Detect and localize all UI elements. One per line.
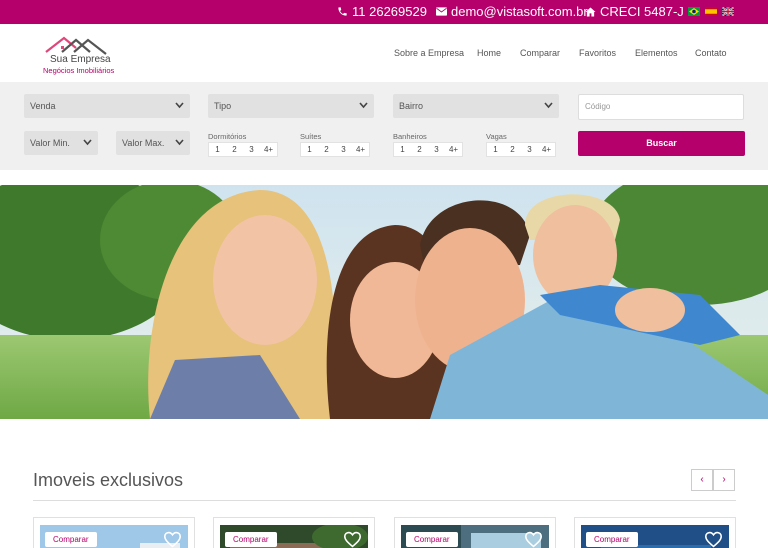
heart-icon[interactable] [704, 531, 723, 548]
envelope-icon [436, 7, 447, 16]
bairro-value: Bairro [399, 101, 424, 111]
banheiros-option[interactable]: 3 [428, 143, 445, 156]
vagas-options: 1 2 3 4+ [486, 142, 556, 157]
buscar-button[interactable]: Buscar [578, 131, 745, 156]
property-card[interactable]: Comparar [394, 517, 556, 548]
section-divider [33, 500, 736, 501]
suites-label: Suítes [300, 132, 322, 141]
chevron-down-icon [544, 102, 553, 109]
phone-contact[interactable]: 11 26269529 [337, 4, 427, 19]
hero-family-photo [0, 185, 768, 419]
creci-info: CRECI 5487-J [585, 4, 684, 19]
compare-button[interactable]: Comparar [225, 532, 277, 547]
suites-option[interactable]: 1 [301, 143, 318, 156]
bairro-select[interactable]: Bairro [393, 94, 559, 118]
nav-contato[interactable]: Contato [695, 48, 727, 58]
nav-elementos[interactable]: Elementos [635, 48, 678, 58]
finalidade-select[interactable]: Venda [24, 94, 190, 118]
heart-icon[interactable] [163, 531, 182, 548]
vagas-option[interactable]: 1 [487, 143, 504, 156]
compare-button[interactable]: Comparar [586, 532, 638, 547]
valor-max-value: Valor Max. [122, 138, 165, 148]
banheiros-option[interactable]: 1 [394, 143, 411, 156]
company-name: Sua Empresa [50, 54, 111, 65]
home-icon [585, 6, 596, 17]
chevron-down-icon [359, 102, 368, 109]
banheiros-label: Banheiros [393, 132, 427, 141]
brazil-flag-icon[interactable] [688, 7, 700, 16]
suites-option[interactable]: 4+ [352, 143, 369, 156]
email-contact[interactable]: demo@vistasoft.com.br [436, 4, 588, 19]
dormitorios-option[interactable]: 1 [209, 143, 226, 156]
suites-options: 1 2 3 4+ [300, 142, 370, 157]
phone-icon [338, 7, 347, 16]
carousel-next-button[interactable]: › [713, 469, 735, 491]
nav-comparar[interactable]: Comparar [520, 48, 560, 58]
vagas-label: Vagas [486, 132, 507, 141]
suites-option[interactable]: 3 [335, 143, 352, 156]
nav-home[interactable]: Home [477, 48, 501, 58]
chevron-down-icon [175, 102, 184, 109]
vagas-option[interactable]: 3 [521, 143, 538, 156]
compare-button[interactable]: Comparar [45, 532, 97, 547]
company-tagline: Negócios Imobiliários [43, 66, 115, 75]
heart-icon[interactable] [343, 531, 362, 548]
carousel-prev-button[interactable]: ‹ [691, 469, 713, 491]
nav-sobre[interactable]: Sobre a Empresa [394, 48, 464, 58]
property-card[interactable]: Comparar [33, 517, 195, 548]
section-title: Imoveis exclusivos [33, 470, 184, 490]
dormitorios-options: 1 2 3 4+ [208, 142, 278, 157]
tipo-value: Tipo [214, 101, 232, 111]
valor-min-value: Valor Min. [30, 138, 70, 148]
tipo-select[interactable]: Tipo [208, 94, 374, 118]
property-card[interactable]: Comparar [213, 517, 375, 548]
email-address: demo@vistasoft.com.br [451, 4, 588, 19]
chevron-down-icon [83, 139, 92, 146]
dormitorios-option[interactable]: 2 [226, 143, 243, 156]
banheiros-options: 1 2 3 4+ [393, 142, 463, 157]
valor-min-select[interactable]: Valor Min. [24, 131, 98, 155]
codigo-input[interactable]: Código [578, 94, 744, 120]
top-bar: 11 26269529 demo@vistasoft.com.br CRECI … [0, 0, 768, 24]
vagas-option[interactable]: 4+ [538, 143, 555, 156]
vagas-option[interactable]: 2 [504, 143, 521, 156]
heart-icon[interactable] [524, 531, 543, 548]
banheiros-option[interactable]: 4+ [445, 143, 462, 156]
creci-number: CRECI 5487-J [600, 4, 684, 19]
suites-option[interactable]: 2 [318, 143, 335, 156]
uk-flag-icon[interactable] [722, 7, 734, 16]
valor-max-select[interactable]: Valor Max. [116, 131, 190, 155]
site-header: Sua Empresa Negócios Imobiliários Sobre … [0, 24, 768, 82]
compare-button[interactable]: Comparar [406, 532, 458, 547]
search-form: Venda Tipo Bairro Código Valor Min. Valo… [0, 82, 768, 170]
nav-favoritos[interactable]: Favoritos [579, 48, 616, 58]
dormitorios-label: Dormitórios [208, 132, 247, 141]
finalidade-value: Venda [30, 101, 56, 111]
dormitorios-option[interactable]: 3 [243, 143, 260, 156]
dormitorios-option[interactable]: 4+ [260, 143, 277, 156]
spain-flag-icon[interactable] [705, 7, 717, 16]
banheiros-option[interactable]: 2 [411, 143, 428, 156]
property-card[interactable]: Comparar [574, 517, 736, 548]
phone-number: 11 26269529 [352, 4, 427, 19]
chevron-down-icon [175, 139, 184, 146]
